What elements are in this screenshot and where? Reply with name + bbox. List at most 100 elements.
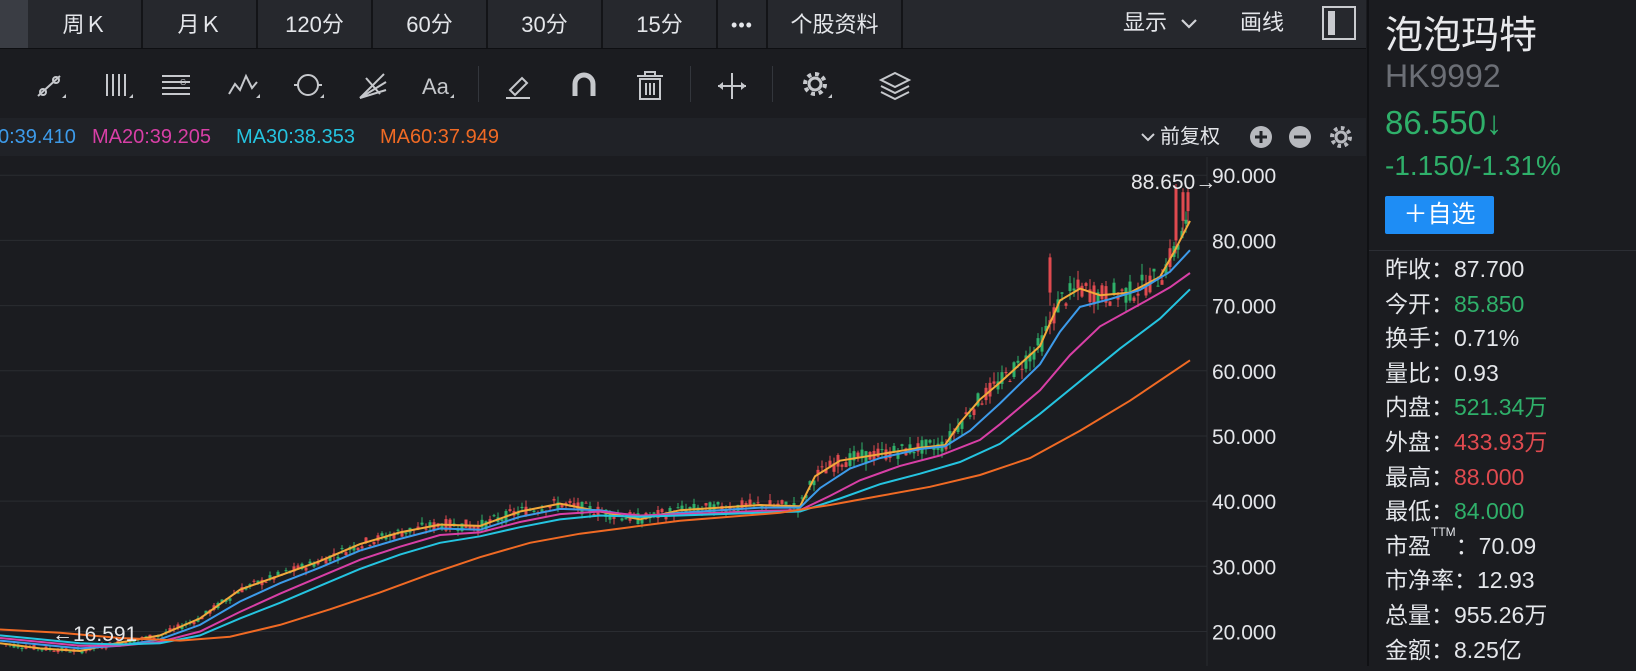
zoom-out-icon[interactable] xyxy=(1288,125,1312,149)
tab-15min[interactable]: 15分 xyxy=(603,0,718,48)
ma10-value: 0:39.410 xyxy=(0,126,76,148)
price-chart[interactable]: 90.000 80.000 70.000 60.000 50.000 40.000 30.0… xyxy=(0,157,1366,666)
candle-body xyxy=(500,519,504,522)
stat-label: 市净率： xyxy=(1385,567,1477,594)
candle-body xyxy=(1080,285,1084,297)
gann-tool-icon[interactable]: G xyxy=(156,66,196,106)
wave-tool-icon[interactable] xyxy=(224,66,264,106)
candle-body xyxy=(1084,283,1088,286)
adjust-label: 前复权 xyxy=(1160,126,1220,148)
candle-body xyxy=(820,466,824,468)
ma-line-ma20 xyxy=(0,272,1191,647)
candle-body xyxy=(396,529,400,531)
stat-label: 量比： xyxy=(1385,359,1454,386)
candle-body xyxy=(308,561,312,564)
tab-day[interactable] xyxy=(0,0,28,48)
tab-60min[interactable]: 60分 xyxy=(373,0,488,48)
candle-body xyxy=(508,509,512,512)
candle-body xyxy=(360,546,364,549)
candle-body xyxy=(532,510,536,512)
layers-icon[interactable] xyxy=(875,66,915,106)
tab-company-profile[interactable]: 个股资料 xyxy=(768,0,903,48)
cycle-tool-icon[interactable] xyxy=(288,66,328,106)
candle-body xyxy=(912,451,916,454)
max-price-annotation: 88.650→ xyxy=(1131,171,1216,194)
candle-body xyxy=(264,581,268,583)
candle-body xyxy=(784,501,788,505)
adjust-menu[interactable]: 前复权 xyxy=(1140,118,1220,156)
candle-body xyxy=(284,570,288,572)
candle-body xyxy=(928,440,932,443)
magnet-icon[interactable] xyxy=(564,66,604,106)
text-tool-icon[interactable]: Aa xyxy=(418,66,458,106)
candle-body xyxy=(968,415,972,417)
eraser-icon[interactable] xyxy=(498,66,538,106)
stat-value: 521.34万 xyxy=(1454,394,1548,421)
sidebar-toggle-icon[interactable] xyxy=(1322,6,1356,40)
zoom-range-icon[interactable] xyxy=(712,66,752,106)
y-tick-label: 30.000 xyxy=(1212,556,1276,579)
candle-body xyxy=(1108,301,1112,306)
more-tabs-button[interactable]: ••• xyxy=(718,0,768,48)
candle-body xyxy=(660,509,664,513)
candle-body xyxy=(404,532,408,534)
candle-body xyxy=(1132,297,1136,301)
candle-body xyxy=(716,502,720,505)
stat-value: 88.000 xyxy=(1454,463,1525,490)
candle-body xyxy=(372,541,376,545)
display-menu[interactable]: 显示 xyxy=(1123,0,1199,48)
candle-body xyxy=(1156,285,1160,287)
ma30-value: MA30:38.353 xyxy=(236,126,355,148)
candle-body xyxy=(356,547,360,551)
last-price: 86.550↓ xyxy=(1385,104,1503,141)
candle-body xyxy=(1016,360,1020,363)
price-change: -1.150/-1.31% xyxy=(1385,150,1561,181)
candle-body xyxy=(1100,285,1104,300)
ma-line-ma60 xyxy=(0,359,1191,642)
ma60-value: MA60:37.949 xyxy=(380,126,499,148)
candle-body xyxy=(276,571,280,576)
chart-settings-gear-icon[interactable] xyxy=(1328,124,1354,150)
settings-gear-icon[interactable] xyxy=(796,66,836,106)
trend-line-tool-icon[interactable] xyxy=(30,66,70,106)
candle-body xyxy=(1174,187,1178,241)
svg-text:G: G xyxy=(180,78,186,87)
tab-120min[interactable]: 120分 xyxy=(258,0,373,48)
add-to-watchlist-button[interactable]: ＋自选 xyxy=(1385,196,1494,234)
candle-body xyxy=(900,444,904,446)
quote-panel: 泡泡玛特 HK9992 86.550↓ -1.150/-1.31% ＋自选 昨收… xyxy=(1367,0,1636,666)
candle-body xyxy=(756,502,760,504)
stat-row: 总量：955.26万 xyxy=(1385,596,1547,630)
candlestick-chart[interactable]: 90.000 80.000 70.000 60.000 50.000 40.000 30.0… xyxy=(0,157,1366,666)
stat-row: 金额：8.25亿 xyxy=(1385,631,1522,665)
candle-body xyxy=(780,500,784,504)
draw-lines-button[interactable]: 画线 xyxy=(1240,0,1284,48)
tab-week[interactable]: 周Ｋ xyxy=(28,0,143,48)
fibonacci-fan-tool-icon[interactable] xyxy=(352,66,392,106)
zoom-in-icon[interactable] xyxy=(1249,125,1273,149)
stat-value: 84.000 xyxy=(1454,498,1525,525)
stat-row: 市盈TTM：70.09 xyxy=(1385,525,1536,561)
tab-month[interactable]: 月Ｋ xyxy=(143,0,258,48)
candle-body xyxy=(1186,192,1190,212)
stat-value: 0.71% xyxy=(1454,325,1520,352)
stat-value: 12.93 xyxy=(1477,567,1535,594)
candle-body xyxy=(972,409,976,416)
stat-row: 最低：84.000 xyxy=(1385,492,1524,526)
candle-body xyxy=(1064,303,1068,306)
candle-body xyxy=(448,519,452,528)
stat-value: 955.26万 xyxy=(1454,602,1548,628)
stat-row: 昨收：87.700 xyxy=(1385,250,1524,284)
stat-value: 8.25亿 xyxy=(1454,636,1522,663)
trash-icon[interactable] xyxy=(630,66,670,106)
stat-label: 昨收： xyxy=(1385,256,1454,282)
candle-body xyxy=(1112,282,1116,294)
tab-30min[interactable]: 30分 xyxy=(488,0,603,48)
stat-row: 最高：88.000 xyxy=(1385,458,1524,492)
candle-body xyxy=(344,552,348,556)
candle-body xyxy=(1120,289,1124,291)
candle-body xyxy=(652,512,656,514)
stock-name: 泡泡玛特 xyxy=(1385,15,1538,57)
parallel-lines-tool-icon[interactable] xyxy=(97,66,137,106)
candle-body xyxy=(1160,280,1164,285)
